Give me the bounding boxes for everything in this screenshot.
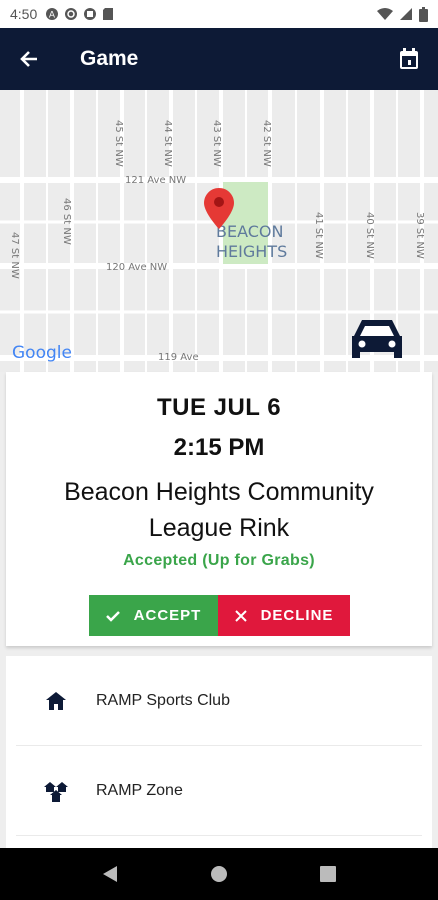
street-label: 119 Ave xyxy=(158,352,199,363)
street-label: 120 Ave NW xyxy=(106,262,167,273)
sd-card-icon xyxy=(103,8,114,20)
arrow-left-icon xyxy=(20,51,37,67)
street-label: 47 St NW xyxy=(9,232,20,279)
street-label: 39 St NW xyxy=(414,212,425,259)
game-card: TUE JUL 6 2:15 PM Beacon Heights Communi… xyxy=(6,372,432,646)
map[interactable]: 45 St NW 44 St NW 43 St NW 42 St NW 121 … xyxy=(0,90,438,372)
zone-name: RAMP Zone xyxy=(96,781,183,799)
status-bar: 4:50 A xyxy=(0,0,438,28)
street-label: 42 St NW xyxy=(261,120,272,167)
calendar-icon xyxy=(400,48,418,69)
street-label: 45 St NW xyxy=(113,120,124,167)
area-label: BEACON xyxy=(216,222,283,241)
status-time: 4:50 xyxy=(10,6,38,22)
game-time: 2:15 PM xyxy=(173,434,265,461)
game-date: TUE JUL 6 xyxy=(156,394,282,421)
wifi-icon xyxy=(377,8,393,20)
svg-text:A: A xyxy=(49,11,56,21)
map-canvas: 45 St NW 44 St NW 43 St NW 42 St NW 121 … xyxy=(0,90,438,372)
calendar-button[interactable] xyxy=(380,28,438,90)
page-title: Game xyxy=(80,47,139,70)
decline-button[interactable]: DECLINE xyxy=(218,595,350,636)
street-label: 121 Ave NW xyxy=(125,175,186,186)
signal-icon xyxy=(400,8,412,20)
sync-icon xyxy=(65,8,78,20)
nav-recents-icon[interactable] xyxy=(320,866,336,882)
zone-icon xyxy=(44,781,68,802)
battery-icon xyxy=(419,6,428,22)
google-logo: Google xyxy=(12,343,72,363)
list-item-club[interactable]: RAMP Sports Club xyxy=(16,656,422,746)
street-label: 46 St NW xyxy=(61,198,72,245)
street-label: 43 St NW xyxy=(211,120,222,167)
decline-label: DECLINE xyxy=(260,607,334,624)
system-nav-bar xyxy=(0,848,438,900)
list-item-zone[interactable]: RAMP Zone xyxy=(16,746,422,836)
accept-label: ACCEPT xyxy=(133,607,202,624)
nav-back-icon[interactable] xyxy=(102,865,118,883)
area-label: HEIGHTS xyxy=(216,242,287,261)
details-list: RAMP Sports Club RAMP Zone xyxy=(6,656,432,850)
close-icon xyxy=(234,609,247,622)
nav-home-icon[interactable] xyxy=(210,865,228,883)
venue-name: Beacon Heights Community League Rink xyxy=(64,478,374,542)
accept-button[interactable]: ACCEPT xyxy=(89,595,218,636)
street-label: 40 St NW xyxy=(364,212,375,259)
back-button[interactable] xyxy=(0,28,58,90)
street-label: 41 St NW xyxy=(313,212,324,259)
street-label: 44 St NW xyxy=(162,120,173,167)
action-buttons: ACCEPT DECLINE xyxy=(89,595,350,636)
club-name: RAMP Sports Club xyxy=(96,691,230,709)
app-icon xyxy=(84,8,97,20)
check-icon xyxy=(105,610,120,622)
status-badge: Accepted (Up for Grabs) xyxy=(123,552,315,569)
app-bar: Game xyxy=(0,28,438,90)
home-icon xyxy=(46,691,66,710)
notification-icon: A xyxy=(46,8,59,21)
